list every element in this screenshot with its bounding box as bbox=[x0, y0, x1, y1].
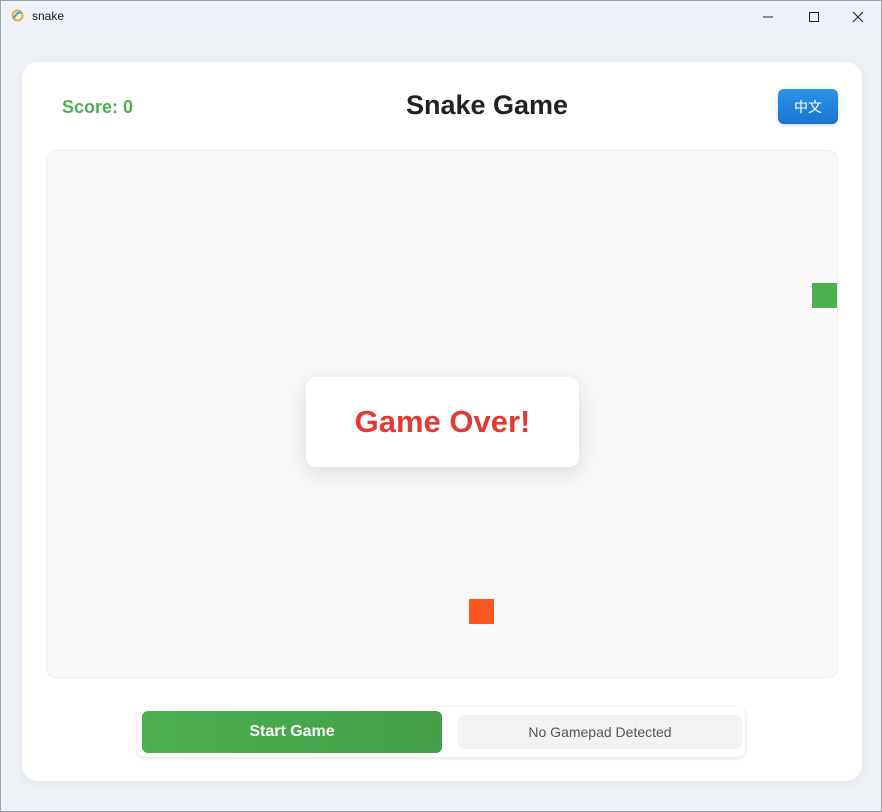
window-title: snake bbox=[32, 9, 65, 23]
food-item bbox=[469, 599, 494, 624]
maximize-icon bbox=[809, 11, 819, 22]
game-over-overlay: Game Over! bbox=[306, 377, 579, 467]
controls-bar: Start Game No Gamepad Detected bbox=[137, 707, 745, 757]
maximize-button[interactable] bbox=[791, 1, 837, 32]
gamepad-status: No Gamepad Detected bbox=[458, 715, 742, 749]
language-toggle-button[interactable]: 中文 bbox=[778, 89, 838, 124]
close-icon bbox=[852, 11, 864, 22]
close-button[interactable] bbox=[835, 1, 881, 32]
minimize-button[interactable] bbox=[745, 1, 791, 32]
minimize-icon bbox=[763, 16, 773, 17]
game-card: Score: 0 Snake Game 中文 Game Over! Start … bbox=[22, 62, 862, 781]
game-title: Snake Game bbox=[405, 90, 569, 120]
app-window: snake Score: 0 Snake Game 中文 Game Over! … bbox=[0, 0, 882, 812]
snake-segment bbox=[812, 283, 837, 308]
game-board[interactable]: Game Over! bbox=[46, 150, 838, 678]
title-bar[interactable]: snake bbox=[1, 1, 881, 32]
app-icon bbox=[11, 9, 24, 22]
start-game-button[interactable]: Start Game bbox=[142, 711, 442, 753]
game-over-text: Game Over! bbox=[354, 404, 531, 439]
